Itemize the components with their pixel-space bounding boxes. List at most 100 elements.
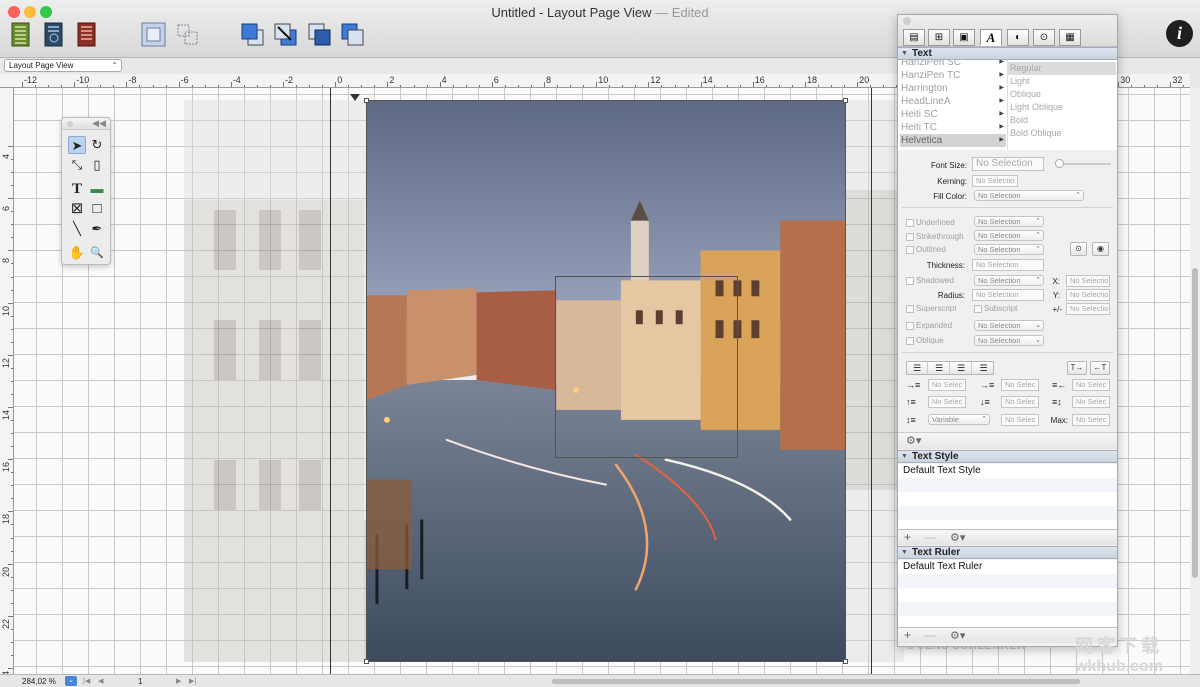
kerning-field[interactable]: No Selectio — [972, 175, 1018, 187]
bring-forward-icon[interactable] — [273, 22, 299, 48]
pointer-tool-icon[interactable]: ➤ — [68, 136, 86, 154]
gear-icon[interactable]: ⚙▾ — [950, 531, 965, 544]
page-layout-icon-1[interactable] — [10, 22, 36, 48]
tab-document[interactable]: ▤ — [903, 29, 925, 46]
strikethrough-checkbox[interactable] — [906, 233, 914, 241]
zoom-tool-icon[interactable]: 🔍 — [88, 244, 106, 262]
space-before-field[interactable]: No Selec — [928, 396, 966, 408]
horizontal-scroll-thumb[interactable] — [552, 679, 1080, 684]
page-number-field[interactable]: 1 — [138, 676, 142, 687]
next-page-button[interactable]: ▶ — [176, 676, 181, 687]
underline-popup[interactable]: No Selection ⌃ — [974, 216, 1044, 227]
right-indent-field[interactable]: No Selec — [1072, 379, 1110, 391]
selection-handle[interactable] — [364, 659, 369, 664]
tab-frame[interactable]: ▣ — [953, 29, 975, 46]
tab-table[interactable]: ▦ — [1059, 29, 1081, 46]
image-frame-tool-icon[interactable]: ⊠ — [68, 200, 86, 218]
fill-color-popup[interactable]: No Selection ⌃ — [974, 190, 1084, 201]
skew-tool-icon[interactable]: ▯ — [88, 156, 106, 174]
page-layout-icon-2[interactable] — [43, 22, 69, 48]
text-style-section-header[interactable]: Text Style — [898, 450, 1117, 463]
outline-outside-button[interactable]: ◉ — [1092, 242, 1109, 256]
style-list-item[interactable]: Light — [1008, 75, 1116, 88]
style-list-item[interactable]: Oblique — [1008, 88, 1116, 101]
shadow-y-field[interactable]: No Selectio — [1066, 289, 1110, 301]
superscript-checkbox[interactable] — [906, 305, 914, 313]
gear-icon[interactable]: ⚙▾ — [906, 434, 921, 447]
shadowed-checkbox[interactable] — [906, 277, 914, 285]
zoom-level[interactable]: 284,02 % — [22, 676, 64, 687]
info-button[interactable]: i — [1166, 20, 1193, 47]
palette-close-button[interactable] — [67, 121, 73, 127]
line-tool-icon[interactable]: ╲ — [68, 220, 86, 238]
font-size-slider[interactable] — [1056, 163, 1111, 165]
remove-ruler-button[interactable]: — — [924, 628, 936, 642]
line-height-field[interactable]: No Selec — [1001, 414, 1039, 426]
ruler-marker-icon[interactable] — [350, 94, 360, 101]
underlined-checkbox[interactable] — [906, 219, 914, 227]
text-tool-icon[interactable]: T — [68, 180, 86, 198]
scroll-thumb[interactable] — [1192, 268, 1198, 578]
style-list-item-selected[interactable]: Regular — [1008, 62, 1116, 75]
text-direction-rtl-icon[interactable]: ←T — [1090, 361, 1110, 375]
tool-palette-header[interactable]: ◀◀ — [62, 118, 110, 130]
bring-to-front-icon[interactable] — [240, 22, 266, 48]
send-to-back-icon[interactable] — [340, 22, 366, 48]
outline-popup[interactable]: No Selection ⌃ — [974, 244, 1044, 255]
first-indent-field[interactable]: No Selec — [928, 379, 966, 391]
expanded-checkbox[interactable] — [906, 322, 914, 330]
font-list-item[interactable]: Harrington ▶ — [900, 82, 1006, 95]
radius-field[interactable]: No Selection — [972, 289, 1044, 301]
list-item[interactable]: Default Text Style — [898, 464, 1117, 478]
font-list-item[interactable]: HanziPen SC ▶ — [900, 60, 1006, 69]
font-list-item[interactable]: Heiti SC ▶ — [900, 108, 1006, 121]
line-height-mode-popup[interactable]: Variable ⌃ — [928, 414, 990, 425]
style-list-item[interactable]: Light Oblique — [1008, 101, 1116, 114]
vertical-scrollbar[interactable] — [1190, 88, 1200, 674]
thickness-field[interactable]: No Selection — [972, 259, 1044, 271]
align-justify-icon[interactable]: ☰ — [951, 362, 972, 374]
outline-inside-button[interactable]: ⊙ — [1070, 242, 1087, 256]
hand-tool-icon[interactable]: ✋ — [68, 244, 86, 262]
shadow-popup[interactable]: No Selection ⌃ — [974, 275, 1044, 286]
font-list-item[interactable]: Heiti TC ▶ — [900, 121, 1006, 134]
line-spacing-field[interactable]: No Selec — [1072, 396, 1110, 408]
text-section-header[interactable]: Text — [898, 47, 1117, 60]
rotate-tool-icon[interactable]: ↻ — [88, 136, 106, 154]
tab-image[interactable]: ⊙ — [1033, 29, 1055, 46]
oblique-popup[interactable]: No Selection ⌄ — [974, 335, 1044, 346]
zoom-menu-button[interactable]: ⌄ — [65, 676, 77, 686]
align-right-icon[interactable]: ☰ — [973, 362, 994, 374]
offset-field[interactable]: No Selectio — [1066, 303, 1110, 315]
expanded-popup[interactable]: No Selection ⌄ — [974, 320, 1044, 331]
previous-page-button[interactable]: ◀ — [98, 676, 103, 687]
font-size-field[interactable]: No Selection — [972, 157, 1044, 171]
list-item[interactable]: Default Text Ruler — [898, 560, 1117, 574]
first-page-button[interactable]: |◀ — [83, 676, 90, 687]
image-tool-icon[interactable]: ▬ — [88, 180, 106, 198]
page-layout-icon-3[interactable] — [76, 22, 102, 48]
inner-frame[interactable] — [555, 276, 738, 458]
slider-knob[interactable] — [1055, 159, 1064, 168]
add-style-button[interactable]: + — [904, 530, 911, 544]
strikethrough-popup[interactable]: No Selection ⌃ — [974, 230, 1044, 241]
selection-handle[interactable] — [364, 98, 369, 103]
ungroup-icon[interactable] — [175, 22, 201, 48]
text-direction-ltr-icon[interactable]: T→ — [1067, 361, 1087, 375]
tab-geometry[interactable]: ⊞ — [928, 29, 950, 46]
oblique-checkbox[interactable] — [906, 337, 914, 345]
view-mode-select[interactable]: Layout Page View ⌃ — [4, 59, 122, 72]
inspector-close-button[interactable] — [903, 17, 911, 25]
scale-tool-icon[interactable]: ⤡ — [68, 156, 86, 174]
shadow-x-field[interactable]: No Selectio — [1066, 275, 1110, 287]
remove-style-button[interactable]: — — [924, 530, 936, 544]
tab-color[interactable]: ◐ — [1007, 29, 1029, 46]
frame-icon[interactable] — [141, 22, 167, 48]
left-indent-field[interactable]: No Selec — [1001, 379, 1039, 391]
collapse-icon[interactable]: ◀◀ — [92, 118, 106, 129]
font-list-item[interactable]: HeadLineA ▶ — [900, 95, 1006, 108]
align-center-icon[interactable]: ☰ — [929, 362, 950, 374]
font-list-item-selected[interactable]: Helvetica ▶ — [900, 134, 1006, 147]
send-backward-icon[interactable] — [307, 22, 333, 48]
style-list-item[interactable]: Bold Oblique — [1008, 127, 1116, 140]
